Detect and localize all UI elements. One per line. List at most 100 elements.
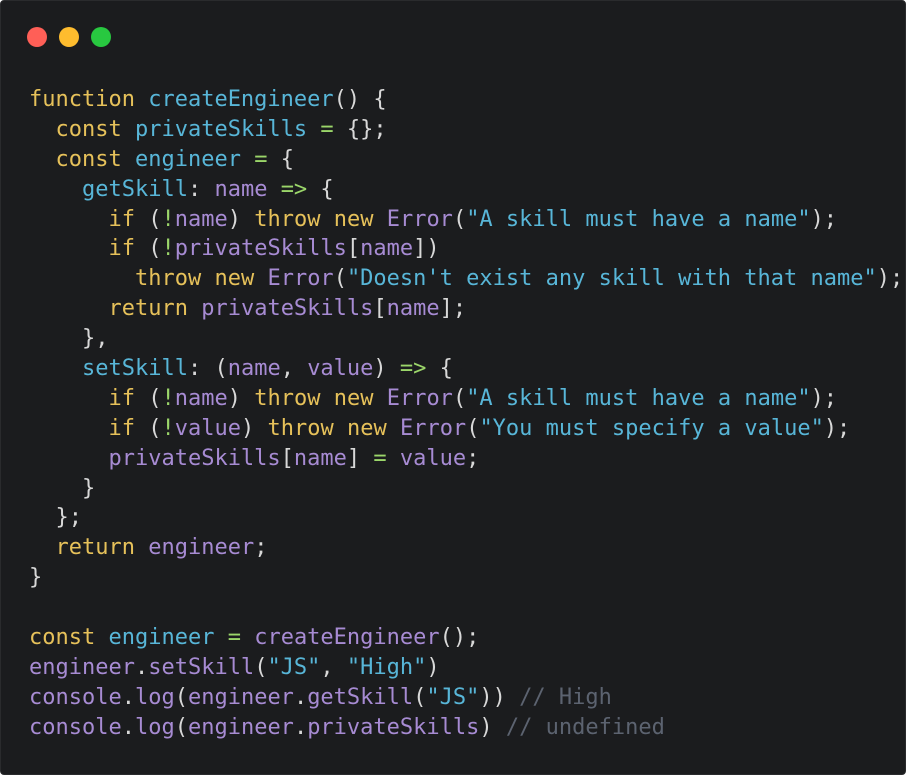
operator-token: = bbox=[227, 625, 241, 651]
string-token: "You must specify a value" bbox=[479, 415, 824, 441]
variable-token: Error bbox=[399, 415, 467, 441]
maximize-button[interactable] bbox=[91, 27, 111, 47]
keyword-token: const bbox=[29, 625, 96, 651]
punctuation-token: ]) bbox=[413, 236, 440, 262]
punctuation-token: ; bbox=[466, 445, 480, 471]
variable-token: name bbox=[386, 296, 440, 322]
punctuation-token bbox=[320, 386, 333, 411]
punctuation-token bbox=[29, 147, 56, 172]
string-token: "JS" bbox=[426, 684, 480, 710]
punctuation-token: ( bbox=[134, 415, 162, 441]
punctuation-token bbox=[241, 147, 254, 172]
punctuation-token: : ( bbox=[187, 356, 228, 382]
punctuation-token: ( bbox=[134, 236, 162, 262]
code-line: throw new Error("Doesn't exist any skill… bbox=[29, 264, 903, 294]
punctuation-token: ) bbox=[227, 206, 255, 232]
variable-token: privateSkills bbox=[108, 445, 281, 471]
identifier-token: getSkill bbox=[81, 176, 188, 202]
variable-token: privateSkills bbox=[201, 296, 374, 322]
code-line: getSkill: name => { bbox=[29, 175, 903, 205]
variable-token: engineer bbox=[187, 714, 294, 740]
keyword-token: throw bbox=[134, 266, 202, 292]
variable-token: console bbox=[29, 714, 122, 740]
punctuation-token: ( bbox=[134, 385, 162, 411]
punctuation-token: . bbox=[293, 684, 308, 710]
punctuation-token: ); bbox=[810, 385, 838, 411]
punctuation-token: ) bbox=[426, 654, 440, 680]
keyword-token: const bbox=[55, 146, 122, 172]
punctuation-token: { bbox=[307, 176, 334, 202]
punctuation-token: {}; bbox=[333, 116, 387, 142]
keyword-token: const bbox=[55, 116, 122, 142]
variable-token: value bbox=[399, 445, 467, 471]
code-line: console.log(engineer.privateSkills) // u… bbox=[29, 713, 903, 743]
variable-token: engineer bbox=[187, 684, 294, 710]
code-line: const privateSkills = {}; bbox=[29, 115, 903, 145]
code-line: privateSkills[name] = value; bbox=[29, 444, 903, 474]
punctuation-token: [ bbox=[346, 236, 361, 262]
operator-token: = bbox=[254, 146, 268, 172]
identifier-token: privateSkills bbox=[134, 116, 308, 142]
punctuation-token bbox=[201, 266, 214, 291]
punctuation-token: : bbox=[187, 176, 215, 202]
variable-token: name bbox=[360, 236, 414, 262]
operator-token: => bbox=[399, 356, 427, 382]
variable-token: privateSkills bbox=[174, 236, 347, 262]
string-token: "A skill must have a name" bbox=[466, 206, 811, 232]
punctuation-token: { bbox=[267, 146, 294, 172]
punctuation-token: . bbox=[121, 684, 135, 710]
punctuation-token bbox=[29, 207, 108, 232]
punctuation-token: ( bbox=[134, 206, 162, 232]
punctuation-token bbox=[29, 117, 56, 142]
variable-token: engineer bbox=[148, 535, 255, 561]
comment-token: // undefined bbox=[505, 714, 665, 740]
punctuation-token bbox=[29, 446, 108, 471]
close-button[interactable] bbox=[27, 27, 47, 47]
code-line: }; bbox=[29, 503, 903, 533]
minimize-button[interactable] bbox=[59, 27, 79, 47]
operator-token: ! bbox=[161, 385, 175, 411]
operator-token: = bbox=[373, 445, 387, 471]
variable-token: Error bbox=[386, 385, 453, 411]
punctuation-token bbox=[29, 356, 82, 381]
string-token: "Doesn't exist any skill with that name" bbox=[346, 266, 877, 292]
punctuation-token: ( bbox=[413, 684, 427, 710]
punctuation-token bbox=[29, 266, 135, 291]
variable-token: console bbox=[29, 684, 122, 710]
variable-token: Error bbox=[267, 266, 334, 292]
punctuation-token: ( bbox=[174, 714, 188, 740]
punctuation-token: ( bbox=[333, 266, 347, 292]
punctuation-token: ) bbox=[227, 385, 255, 411]
punctuation-token: ( bbox=[466, 415, 480, 441]
keyword-token: throw bbox=[254, 206, 321, 232]
keyword-token: return bbox=[108, 296, 188, 322]
variable-token: name bbox=[293, 445, 347, 471]
operator-token: => bbox=[280, 176, 308, 202]
punctuation-token: )) bbox=[479, 684, 520, 710]
code-window: function createEngineer() { const privat… bbox=[0, 0, 906, 775]
identifier-token: setSkill bbox=[81, 356, 188, 382]
punctuation-token: () { bbox=[333, 87, 387, 112]
punctuation-token bbox=[307, 117, 320, 142]
punctuation-token bbox=[334, 416, 347, 441]
variable-token: Error bbox=[386, 206, 453, 232]
identifier-token: engineer bbox=[134, 146, 241, 172]
keyword-token: new bbox=[346, 415, 387, 441]
punctuation-token: ]; bbox=[439, 296, 467, 322]
code-line: if (!name) throw new Error("A skill must… bbox=[29, 384, 903, 414]
punctuation-token bbox=[29, 177, 82, 202]
code-line: const engineer = { bbox=[29, 145, 903, 175]
punctuation-token: } bbox=[29, 475, 96, 501]
punctuation-token: . bbox=[121, 714, 135, 740]
variable-token: engineer bbox=[29, 654, 135, 680]
punctuation-token bbox=[188, 296, 201, 321]
variable-token: log bbox=[134, 684, 175, 710]
code-line: } bbox=[29, 474, 903, 504]
punctuation-token bbox=[267, 177, 280, 202]
punctuation-token: } bbox=[29, 565, 43, 591]
punctuation-token: ); bbox=[810, 206, 838, 232]
punctuation-token: ); bbox=[876, 266, 904, 292]
variable-token: name bbox=[174, 206, 228, 232]
punctuation-token bbox=[214, 625, 227, 650]
